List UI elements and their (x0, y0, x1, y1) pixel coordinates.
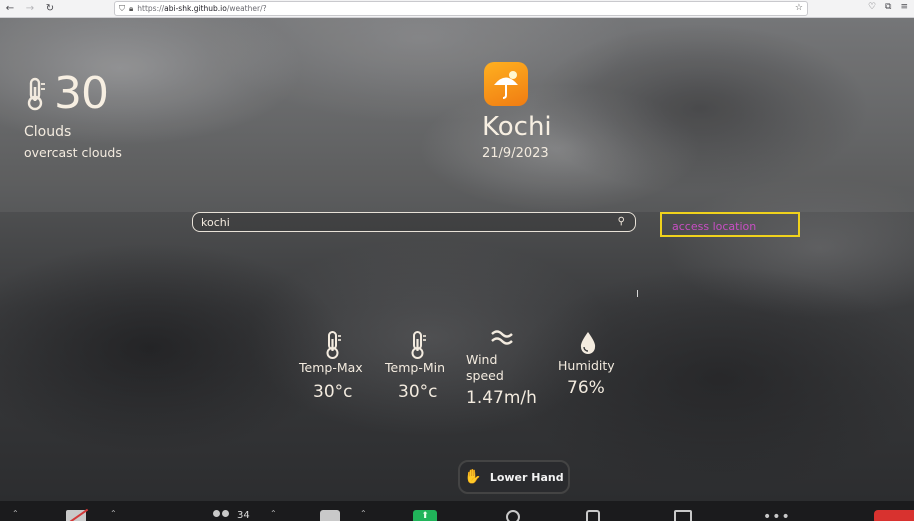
pocket-icon[interactable]: ♡ (868, 2, 876, 12)
url-path: /weather/? (226, 4, 267, 13)
header-panel (0, 18, 914, 212)
url-scheme: https:// (137, 4, 165, 13)
audio-options-caret-icon[interactable]: ⌃ (12, 509, 19, 518)
meeting-toolbar: ⌃ ⌃ 34 ⌃ ⌃ ⬆ ••• (0, 501, 914, 521)
participants-count: 34 (237, 510, 250, 521)
umbrella-sun-icon (484, 62, 528, 106)
humidity-value: 76% (567, 378, 605, 398)
wind-label-line1: Wind (466, 352, 498, 367)
camera-off-icon[interactable] (66, 510, 86, 521)
city-name: Kochi (482, 112, 552, 142)
text-cursor-icon: I (636, 289, 639, 300)
temperature-value: 30 (54, 68, 109, 119)
end-meeting-button[interactable] (874, 510, 914, 521)
weather-page: 30 Clouds overcast clouds Kochi 21/9/202… (0, 18, 914, 501)
lock-icon: 🔒︎ (129, 3, 134, 13)
temp-max-stat: Temp-Max 30°c (299, 330, 363, 402)
search-bar[interactable]: ⚲ (192, 212, 636, 232)
humidity-stat: Humidity 76% (558, 330, 615, 398)
thermometer-icon (24, 77, 48, 111)
reload-button[interactable]: ↻ (40, 0, 60, 18)
browser-right-tools: ♡ ⧉ ≡ (868, 2, 908, 12)
wind-speed-value: 1.47m/h (466, 388, 537, 408)
thermometer-icon (323, 330, 363, 360)
weather-condition: Clouds (24, 124, 72, 140)
temp-max-label: Temp-Max (299, 360, 363, 375)
browser-toolbar: ← → ↻ ⛉ 🔒︎ https://abi-shk.github.io/wea… (0, 0, 914, 18)
current-temperature: 30 Clouds overcast clouds (24, 68, 122, 161)
lower-hand-button[interactable]: ✋ Lower Hand (458, 460, 570, 494)
participants-caret-icon[interactable]: ⌃ (270, 509, 277, 518)
temp-min-value: 30°c (398, 382, 438, 402)
forward-button[interactable]: → (20, 0, 40, 18)
temp-max-value: 30°c (313, 382, 353, 402)
wind-label-line2: speed (466, 368, 504, 383)
more-options-icon[interactable]: ••• (763, 510, 791, 521)
whiteboard-icon[interactable] (674, 510, 692, 521)
chat-icon[interactable] (320, 510, 340, 521)
share-screen-icon[interactable]: ⬆ (413, 510, 437, 521)
access-location-button[interactable]: access location (660, 212, 800, 237)
search-input[interactable] (201, 215, 601, 229)
wind-icon (490, 328, 537, 346)
thermometer-icon (408, 330, 445, 360)
humidity-label: Humidity (558, 358, 615, 373)
droplet-icon (578, 330, 615, 356)
back-button[interactable]: ← (0, 0, 20, 18)
shield-icon: ⛉ (119, 3, 125, 13)
apps-icon[interactable] (586, 510, 600, 521)
temp-min-label: Temp-Min (385, 360, 446, 375)
wind-speed-stat: Wind speed 1.47m/h (466, 328, 537, 408)
current-date: 21/9/2023 (482, 146, 549, 161)
temp-min-stat: Temp-Min 30°c (385, 330, 445, 402)
search-icon[interactable]: ⚲ (618, 216, 625, 227)
city-block: Kochi 21/9/2023 (482, 62, 552, 161)
menu-icon[interactable]: ≡ (900, 2, 908, 12)
video-options-caret-icon[interactable]: ⌃ (110, 509, 117, 518)
url-host: abi-shk.github.io (164, 4, 227, 13)
weather-description: overcast clouds (24, 145, 122, 160)
participants-icon[interactable] (212, 510, 230, 521)
reactions-icon[interactable] (506, 510, 520, 521)
raised-hand-icon: ✋ (464, 469, 482, 485)
lower-hand-label: Lower Hand (489, 470, 564, 484)
address-bar[interactable]: ⛉ 🔒︎ https://abi-shk.github.io/weather/?… (114, 1, 808, 16)
extensions-icon[interactable]: ⧉ (885, 2, 891, 12)
chat-caret-icon[interactable]: ⌃ (360, 509, 367, 518)
bookmark-star-icon[interactable]: ☆ (795, 3, 803, 13)
